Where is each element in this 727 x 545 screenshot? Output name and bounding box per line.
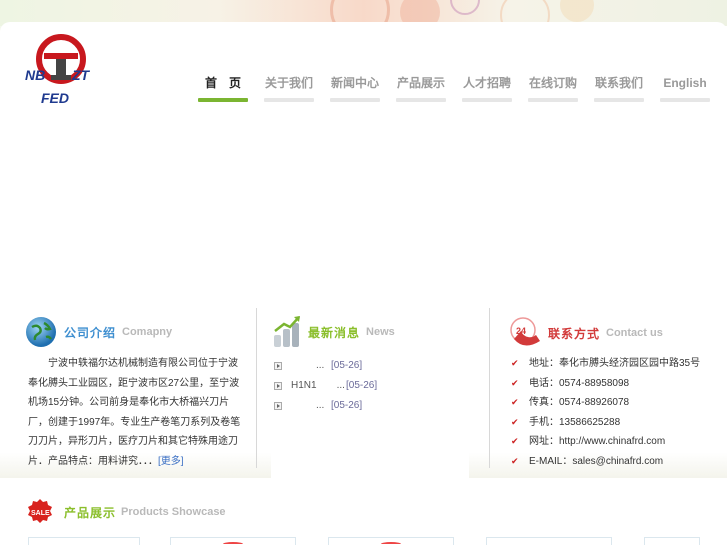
product-thumb[interactable]	[328, 537, 454, 545]
news-title-cn: 最新消息	[308, 325, 361, 340]
nav-underline	[594, 98, 644, 102]
check-icon: ✔	[511, 436, 519, 447]
nav-home[interactable]: 首 页	[198, 75, 248, 102]
nav-products[interactable]: 产品展示	[396, 75, 446, 102]
logo-text-zt: ZT	[71, 67, 91, 83]
logo-text-nb: NB	[25, 67, 45, 83]
news-date: [05-26]	[346, 380, 378, 391]
news-list: ... [05-26] H1N1 ... [05-26] ... [05-26]	[274, 356, 464, 416]
news-panel	[271, 415, 469, 479]
nav-contact[interactable]: 联系我们	[594, 75, 644, 102]
contact-title-cn: 联系方式	[548, 326, 601, 341]
contact-list: ✔ 地址：奉化市膊头经济园区园中路35号 ✔ 电话：0574-88958098 ✔ 传…	[511, 354, 711, 472]
nav-about[interactable]: 关于我们	[264, 75, 314, 102]
globe-icon	[26, 317, 56, 347]
phone-24-icon: 24	[510, 317, 540, 346]
product-thumb[interactable]	[170, 537, 296, 545]
showcase-title-cn: 产品展示	[64, 505, 117, 520]
nav-jobs[interactable]: 人才招聘	[462, 75, 512, 102]
news-date: [05-26]	[331, 400, 363, 411]
contact-heading: 24 联系方式 Contact us	[508, 315, 663, 351]
sale-tag-icon: SALE	[28, 499, 52, 523]
sale-text: SALE	[31, 510, 50, 517]
news-title[interactable]: H1N1 ...	[291, 376, 345, 396]
check-icon: ✔	[511, 377, 519, 388]
news-title-en: News	[366, 326, 395, 338]
showcase-title-en: Products Showcase	[121, 506, 226, 518]
bullet-icon	[274, 402, 282, 410]
contact-website[interactable]: ✔ 网址：http://www.chinafrd.com	[511, 432, 711, 452]
product-thumb[interactable]	[644, 537, 700, 545]
company-intro: 宁波中轶福尔达机械制造有限公司位于宁波奉化膊头工业园区，距宁波市区27公里，至宁…	[28, 354, 244, 471]
product-thumb[interactable]	[486, 537, 612, 545]
nav-underline	[264, 98, 314, 102]
column-divider	[489, 308, 490, 468]
check-icon: ✔	[511, 416, 519, 427]
bullet-icon	[274, 362, 282, 370]
contact-mobile: ✔ 手机：13586625288	[511, 413, 711, 433]
news-item[interactable]: ... [05-26]	[274, 396, 464, 416]
product-thumb[interactable]	[28, 537, 140, 545]
nav-underline	[660, 98, 710, 102]
check-icon: ✔	[511, 455, 519, 466]
nav-underline	[330, 98, 380, 102]
column-divider	[256, 308, 257, 468]
logo-text-fed: FED	[41, 90, 69, 105]
news-item[interactable]: ... [05-26]	[274, 356, 464, 376]
news-title[interactable]: ...	[316, 356, 324, 376]
news-date: [05-26]	[331, 360, 363, 371]
contact-address: ✔ 地址：奉化市膊头经济园区园中路35号	[511, 354, 711, 374]
contact-title-en: Contact us	[606, 327, 663, 339]
check-icon: ✔	[511, 358, 519, 368]
page: NB ZT FED 首 页 关于我们 新闻中心 产品展示 人才招聘 在线订购 联…	[0, 0, 727, 545]
company-intro-text: 宁波中轶福尔达机械制造有限公司位于宁波奉化膊头工业园区，距宁波市区27公里，至宁…	[28, 358, 241, 467]
contact-fax: ✔ 传真：0574-88926078	[511, 393, 711, 413]
news-heading: 最新消息 News	[272, 315, 395, 349]
nav-underline	[198, 98, 248, 102]
nav-underline	[462, 98, 512, 102]
company-title-cn: 公司介绍	[64, 325, 117, 340]
check-icon: ✔	[511, 397, 519, 408]
contact-phone: ✔ 电话：0574-88958098	[511, 374, 711, 394]
nav-underline	[396, 98, 446, 102]
news-item[interactable]: H1N1 ... [05-26]	[274, 376, 464, 396]
contact-email[interactable]: ✔ E-MAIL：sales@chinafrd.com	[511, 452, 711, 472]
nav-english[interactable]: English	[660, 75, 710, 102]
company-logo[interactable]: NB ZT FED	[24, 33, 96, 106]
product-thumbnails	[0, 537, 727, 545]
news-title[interactable]: ...	[316, 396, 324, 416]
nav-order[interactable]: 在线订购	[528, 75, 578, 102]
showcase-heading: SALE 产品展示 Products Showcase	[26, 498, 226, 526]
nav-underline	[528, 98, 578, 102]
main-nav: 首 页 关于我们 新闻中心 产品展示 人才招聘 在线订购 联系我们 Englis…	[198, 75, 726, 102]
nav-news[interactable]: 新闻中心	[330, 75, 380, 102]
bar-chart-icon	[274, 316, 300, 347]
company-title-en: Comapny	[122, 326, 173, 338]
more-link[interactable]: [更多]	[158, 456, 184, 467]
company-heading: 公司介绍 Comapny	[24, 315, 172, 349]
bullet-icon	[274, 382, 282, 390]
